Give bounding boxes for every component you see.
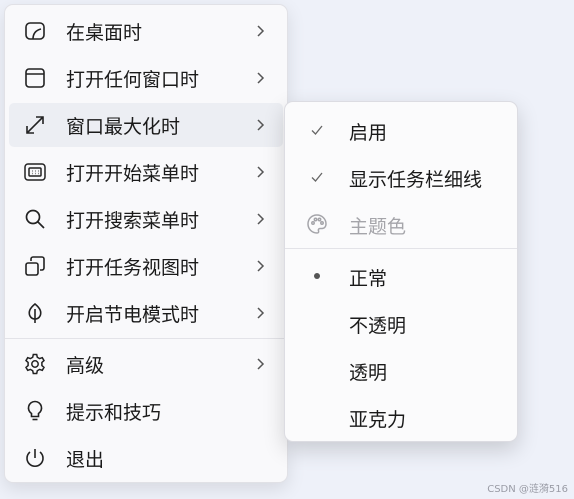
- submenu-item-taskbar-line[interactable]: 显示任务栏细线: [285, 155, 517, 199]
- menu-item-label: 开启节电模式时: [66, 303, 200, 326]
- menu-item-label: 在桌面时: [66, 21, 143, 44]
- submenu-item-theme-color[interactable]: 主题色: [285, 202, 517, 246]
- power-icon: [26, 449, 44, 467]
- menu-item-label: 退出: [66, 448, 105, 471]
- gear-icon: [25, 353, 45, 375]
- submenu-item-normal[interactable]: 正常: [285, 254, 517, 298]
- menu-item-search-menu[interactable]: 打开搜索菜单时: [9, 197, 283, 241]
- desktop-icon: [25, 22, 45, 40]
- chevron-right-icon: [257, 307, 265, 319]
- chevron-right-icon: [257, 25, 265, 37]
- chevron-right-icon: [257, 213, 265, 225]
- menu-item-label: 打开开始菜单时: [66, 162, 200, 185]
- submenu-item-acrylic[interactable]: 亚克力: [285, 395, 517, 439]
- submenu-item-label: 透明: [349, 362, 388, 384]
- submenu-item-label: 启用: [349, 122, 388, 144]
- menu-item-label: 窗口最大化时: [66, 115, 181, 138]
- check-icon: [311, 125, 323, 135]
- submenu-item-label: 正常: [349, 268, 388, 290]
- search-icon: [25, 209, 45, 229]
- menu-item-label: 提示和技巧: [66, 401, 162, 424]
- submenu-item-label: 不透明: [349, 315, 407, 337]
- chevron-right-icon: [257, 166, 265, 178]
- chevron-right-icon: [257, 72, 265, 84]
- submenu-maximized: 启用 显示任务栏细线 主题色 正常 不透明 透明 亚克力: [284, 101, 518, 442]
- menu-item-on-desktop[interactable]: 在桌面时: [9, 9, 283, 53]
- menu-item-start-menu[interactable]: 打开开始菜单时: [9, 150, 283, 194]
- submenu-item-label: 显示任务栏细线: [349, 169, 483, 191]
- palette-icon: [307, 214, 327, 234]
- menu-item-exit[interactable]: 退出: [9, 436, 283, 480]
- submenu-item-opaque[interactable]: 不透明: [285, 301, 517, 345]
- menu-item-task-view[interactable]: 打开任务视图时: [9, 244, 283, 288]
- lightbulb-icon: [27, 400, 43, 421]
- submenu-item-transparent[interactable]: 透明: [285, 348, 517, 392]
- chevron-right-icon: [257, 119, 265, 131]
- submenu-item-label: 亚克力: [349, 409, 407, 431]
- menu-item-label: 打开搜索菜单时: [66, 209, 200, 232]
- menu-item-maximized[interactable]: 窗口最大化时: [9, 103, 283, 147]
- start-menu-icon: [24, 163, 46, 181]
- submenu-item-label: 主题色: [349, 216, 407, 238]
- submenu-divider: [285, 248, 517, 249]
- menu-item-label: 打开任何窗口时: [66, 68, 200, 91]
- check-icon: [311, 172, 323, 182]
- maximize-icon: [26, 116, 44, 134]
- chevron-right-icon: [257, 358, 265, 370]
- window-icon: [25, 68, 45, 88]
- leaf-icon: [28, 302, 42, 323]
- radio-dot-icon: [314, 273, 320, 279]
- menu-item-label: 高级: [66, 354, 105, 377]
- menu-divider: [5, 338, 287, 339]
- watermark: CSDN @涟漪516: [487, 484, 568, 495]
- menu-item-tips[interactable]: 提示和技巧: [9, 389, 283, 433]
- menu-item-label: 打开任务视图时: [66, 256, 200, 279]
- submenu-item-enable[interactable]: 启用: [285, 108, 517, 152]
- context-menu: 在桌面时 打开任何窗口时 窗口最大化时 打开开始菜单时 打开搜索菜单时 打开任务…: [4, 4, 288, 483]
- menu-item-advanced[interactable]: 高级: [9, 342, 283, 386]
- task-view-icon: [25, 256, 45, 276]
- menu-item-power-saving[interactable]: 开启节电模式时: [9, 291, 283, 335]
- menu-item-any-window[interactable]: 打开任何窗口时: [9, 56, 283, 100]
- chevron-right-icon: [257, 260, 265, 272]
